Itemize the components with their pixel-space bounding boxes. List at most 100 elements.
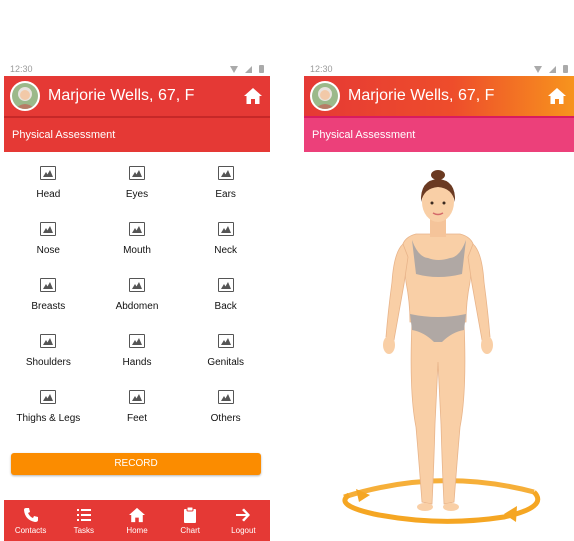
body-part-item[interactable]: Ears: [181, 166, 270, 210]
phone-icon: [23, 507, 39, 523]
body-part-item[interactable]: Mouth: [93, 222, 182, 266]
body-figure-screen: 12:30 Marjorie Wells, 67, F Physical Ass…: [304, 62, 574, 541]
patient-age-sex: 67, F: [157, 87, 195, 104]
patient-header: Marjorie Wells, 67, F: [4, 76, 270, 116]
body-part-label: Breasts: [31, 301, 66, 312]
body-part-label: Back: [214, 301, 237, 312]
body-part-item[interactable]: Thighs & Legs: [4, 390, 93, 434]
body-part-item[interactable]: Others: [181, 390, 270, 434]
body-part-item[interactable]: Nose: [4, 222, 93, 266]
body-part-item[interactable]: Abdomen: [93, 278, 182, 322]
image-icon: [217, 222, 234, 236]
image-icon: [128, 222, 145, 236]
body-arm-left: [385, 243, 409, 341]
body-part-item[interactable]: Genitals: [181, 334, 270, 378]
image-icon: [40, 278, 57, 292]
nav-item-tasks[interactable]: Tasks: [57, 500, 110, 541]
home-button[interactable]: [242, 86, 264, 106]
wifi-icon: [230, 65, 238, 73]
image-icon: [217, 334, 234, 348]
body-hair-bun: [431, 170, 445, 180]
status-bar: 12:30: [304, 62, 574, 76]
body-part-grid: Head Eyes Ears Nose Mouth Neck Breasts Abdomen B…: [4, 152, 270, 434]
clipboard-icon: [183, 506, 197, 523]
status-time: 12:30: [10, 64, 33, 74]
bottom-nav: Contacts Tasks Home Chart Logout: [4, 500, 270, 541]
body-foot-left: [417, 503, 433, 511]
patient-age-sex: 67, F: [457, 87, 495, 104]
body-part-item[interactable]: Head: [4, 166, 93, 210]
list-icon: [76, 507, 92, 523]
patient-name: Marjorie Wells, 67, F: [48, 87, 195, 104]
nav-label: Home: [126, 525, 148, 535]
body-part-label: Others: [210, 413, 241, 424]
body-part-label: Head: [36, 189, 61, 200]
image-icon: [128, 390, 145, 404]
battery-icon: [259, 65, 264, 73]
nav-item-contacts[interactable]: Contacts: [4, 500, 57, 541]
image-icon: [40, 166, 57, 180]
body-part-label: Thighs & Legs: [16, 413, 81, 424]
avatar[interactable]: [10, 81, 40, 111]
image-icon: [40, 222, 57, 236]
image-icon: [217, 166, 234, 180]
image-icon: [128, 334, 145, 348]
home-icon: [244, 88, 262, 104]
body-figure[interactable]: [304, 162, 574, 541]
image-icon: [128, 278, 145, 292]
nav-label: Logout: [231, 525, 256, 535]
nav-label: Tasks: [73, 525, 95, 535]
patient-name: Marjorie Wells, 67, F: [348, 87, 495, 104]
assessment-list-screen: 12:30 Marjorie Wells, 67, F Physical Ass…: [4, 62, 270, 541]
body-part-item[interactable]: Feet: [93, 390, 182, 434]
body-part-label: Eyes: [125, 189, 149, 200]
body-arm-right: [467, 243, 491, 341]
page-title: Physical Assessment: [4, 116, 270, 152]
nav-item-home[interactable]: Home: [110, 500, 163, 541]
body-part-label: Neck: [214, 245, 238, 256]
status-time: 12:30: [310, 64, 333, 74]
home-icon: [128, 507, 146, 523]
avatar[interactable]: [310, 81, 340, 111]
image-icon: [40, 390, 57, 404]
body-legs: [410, 321, 466, 505]
body-hand-left: [383, 336, 395, 354]
nav-item-chart[interactable]: Chart: [164, 500, 217, 541]
rotate-arrowhead-right: [504, 506, 517, 522]
body-part-label: Abdomen: [115, 301, 159, 312]
body-part-item[interactable]: Breasts: [4, 278, 93, 322]
body-part-label: Ears: [215, 189, 236, 200]
signal-icon: [245, 65, 252, 73]
body-part-label: Shoulders: [25, 357, 71, 368]
page-title: Physical Assessment: [304, 116, 574, 152]
body-part-label: Genitals: [207, 357, 244, 368]
nav-label: Chart: [180, 525, 200, 535]
body-part-item[interactable]: Eyes: [93, 166, 182, 210]
body-foot-right: [443, 503, 459, 511]
image-icon: [217, 278, 234, 292]
body-part-item[interactable]: Neck: [181, 222, 270, 266]
battery-icon: [563, 65, 568, 73]
status-bar: 12:30: [4, 62, 270, 76]
body-part-item[interactable]: Back: [181, 278, 270, 322]
rotate-arrow-back: [343, 478, 535, 500]
body-part-item[interactable]: Shoulders: [4, 334, 93, 378]
image-icon: [217, 390, 234, 404]
wifi-icon: [534, 65, 542, 73]
image-icon: [40, 334, 57, 348]
body-part-label: Nose: [36, 245, 60, 256]
signal-icon: [549, 65, 556, 73]
body-part-label: Hands: [122, 357, 152, 368]
home-icon: [548, 88, 566, 104]
body-hand-right: [481, 336, 493, 354]
patient-header: Marjorie Wells, 67, F: [304, 76, 574, 116]
body-part-item[interactable]: Hands: [93, 334, 182, 378]
home-button[interactable]: [546, 86, 568, 106]
body-part-label: Feet: [126, 413, 147, 424]
nav-item-logout[interactable]: Logout: [217, 500, 270, 541]
record-button[interactable]: RECORD: [11, 453, 261, 475]
nav-label: Contacts: [14, 525, 47, 535]
image-icon: [128, 166, 145, 180]
body-part-label: Mouth: [123, 245, 151, 256]
arrow-right-icon: [235, 507, 251, 523]
